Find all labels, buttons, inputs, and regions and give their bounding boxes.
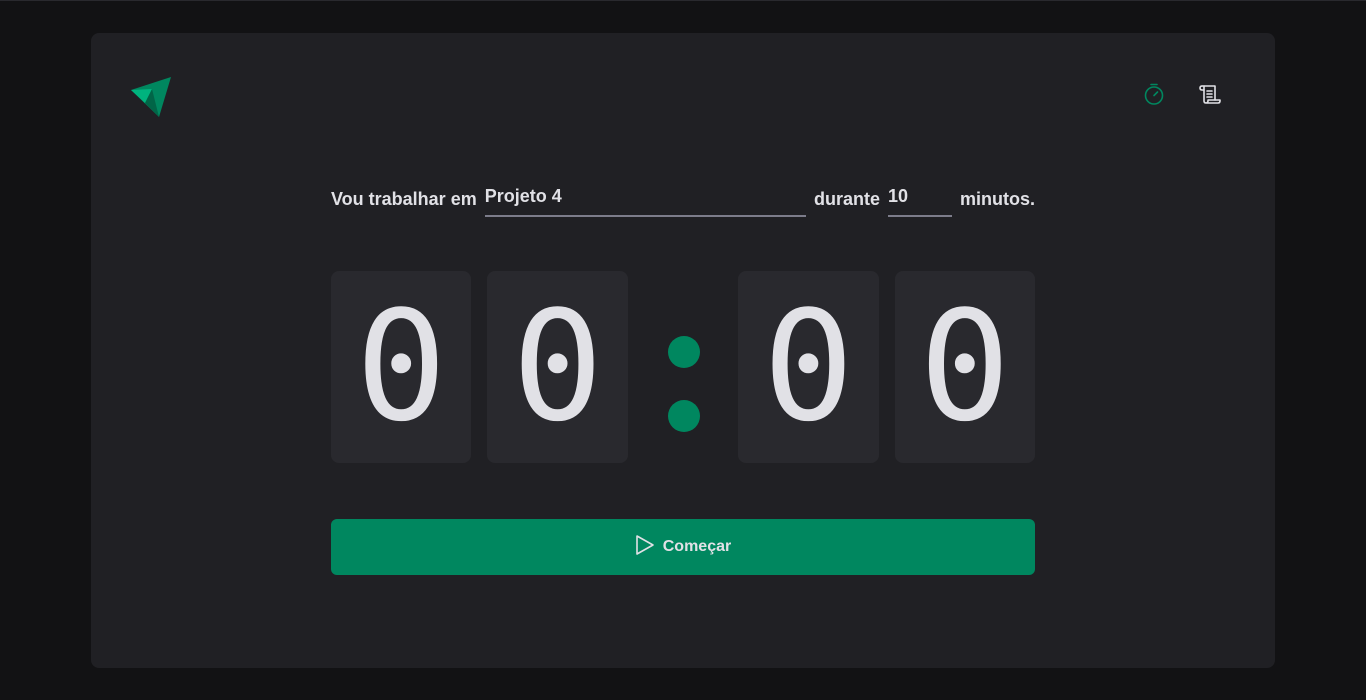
minute-tens-digit: 0 <box>331 271 472 463</box>
timer-icon <box>1142 82 1166 111</box>
start-button-label: Começar <box>662 538 732 555</box>
task-form: Vou trabalhar em durante minutos. <box>331 181 1035 217</box>
duration-label: durante <box>813 188 880 209</box>
history-nav-link[interactable] <box>1197 83 1223 109</box>
app-container: Vou trabalhar em durante minutos. 0 0 0 … <box>91 33 1275 668</box>
window-top-border <box>0 0 1366 1</box>
second-tens-digit: 0 <box>738 271 879 463</box>
minute-ones-digit: 0 <box>487 271 628 463</box>
start-button[interactable]: Começar <box>331 519 1035 575</box>
header-nav <box>1141 83 1223 109</box>
triangle-logo-icon <box>131 77 172 118</box>
minutes-suffix: minutos. <box>960 188 1035 209</box>
task-input[interactable] <box>484 181 806 217</box>
countdown-separator <box>652 271 714 463</box>
separator-dot <box>667 336 700 368</box>
second-ones-digit: 0 <box>894 271 1036 463</box>
separator-dot <box>667 400 700 432</box>
task-label: Vou trabalhar em <box>331 188 477 209</box>
minutes-input[interactable] <box>888 181 952 217</box>
scroll-icon <box>1198 82 1222 111</box>
countdown-display: 0 0 0 0 <box>331 271 1036 463</box>
play-icon <box>635 534 655 561</box>
timer-nav-link[interactable] <box>1141 83 1167 109</box>
